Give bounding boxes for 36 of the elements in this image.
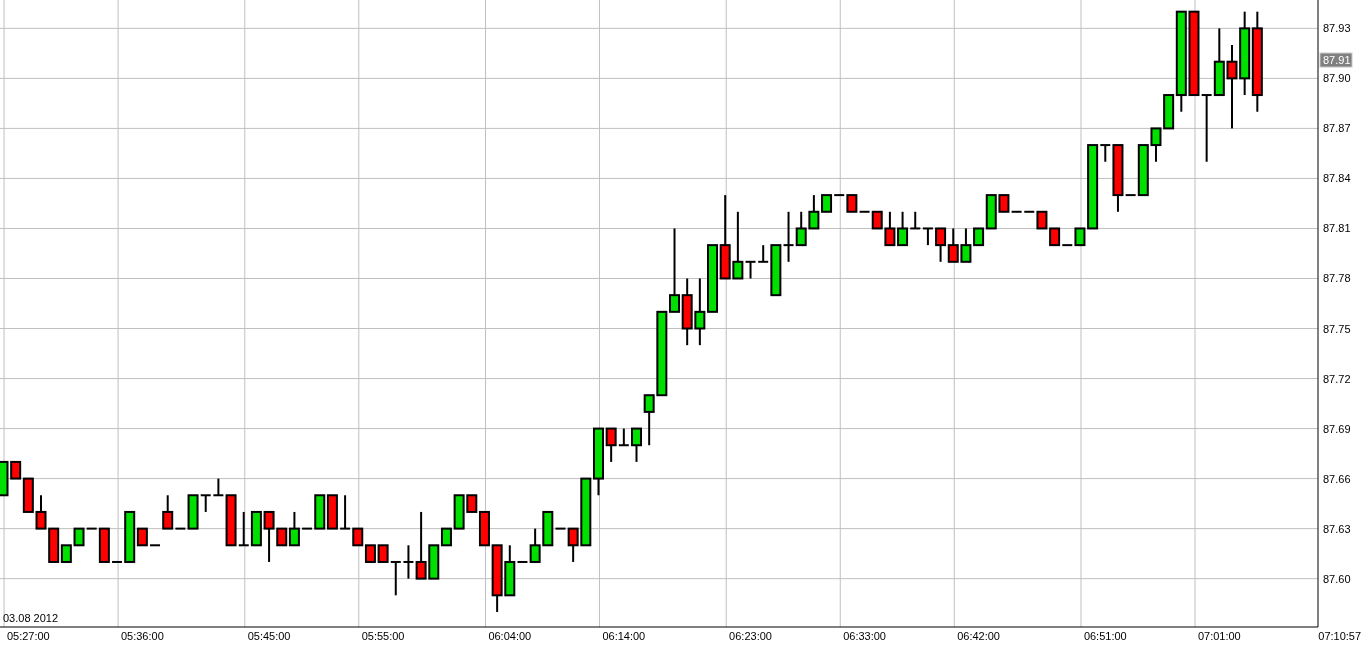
candlestick [1200,94,1213,163]
candlestick [1213,27,1225,97]
time-axis-label: 06:23:00 [729,630,772,642]
time-axis-label: 07:10:57 [1318,630,1362,642]
time-axis-label: 06:04:00 [488,630,532,642]
candlestick [707,244,718,313]
price-axis-label: 87.87 [1323,122,1351,135]
price-axis-label: 87.72 [1323,372,1351,385]
current-price-tag: 87.91 [1319,52,1353,68]
time-axis-label: 05:55:00 [361,630,405,642]
time-axis-label: 05:45:00 [247,630,291,642]
time-axis-label: 06:14:00 [602,630,646,642]
time-axis-label: 07:01:00 [1197,630,1241,642]
annotation: 87.91 [1323,54,1351,67]
price-axis-label: 87.81 [1323,222,1351,235]
price-axis-label: 87.78 [1323,272,1351,285]
price-axis-label: 87.60 [1323,572,1351,585]
price-axis-label: 87.75 [1323,322,1351,335]
price-axis-label: 87.93 [1323,22,1351,35]
time-axis-label: 06:42:00 [957,630,1000,642]
candlestick [947,227,959,263]
time-axis-label: 06:33:00 [843,630,886,642]
date-label: 03.08 2012 [3,612,59,624]
price-axis-label: 87.69 [1323,422,1351,435]
candlestick [326,494,338,530]
candlestick [364,544,376,563]
candlestick [694,277,706,347]
candlestick [681,277,693,347]
time-axis-label: 05:27:00 [6,630,50,642]
price-axis-label: 87.63 [1323,522,1351,535]
time-axis-label: 05:36:00 [120,630,164,642]
price-axis-label: 87.84 [1323,172,1351,185]
price-axis-label: 87.90 [1323,72,1351,85]
candlestick [35,494,47,530]
price-axis-label: 87.66 [1323,472,1351,485]
time-axis-label: 06:51:00 [1083,630,1127,642]
